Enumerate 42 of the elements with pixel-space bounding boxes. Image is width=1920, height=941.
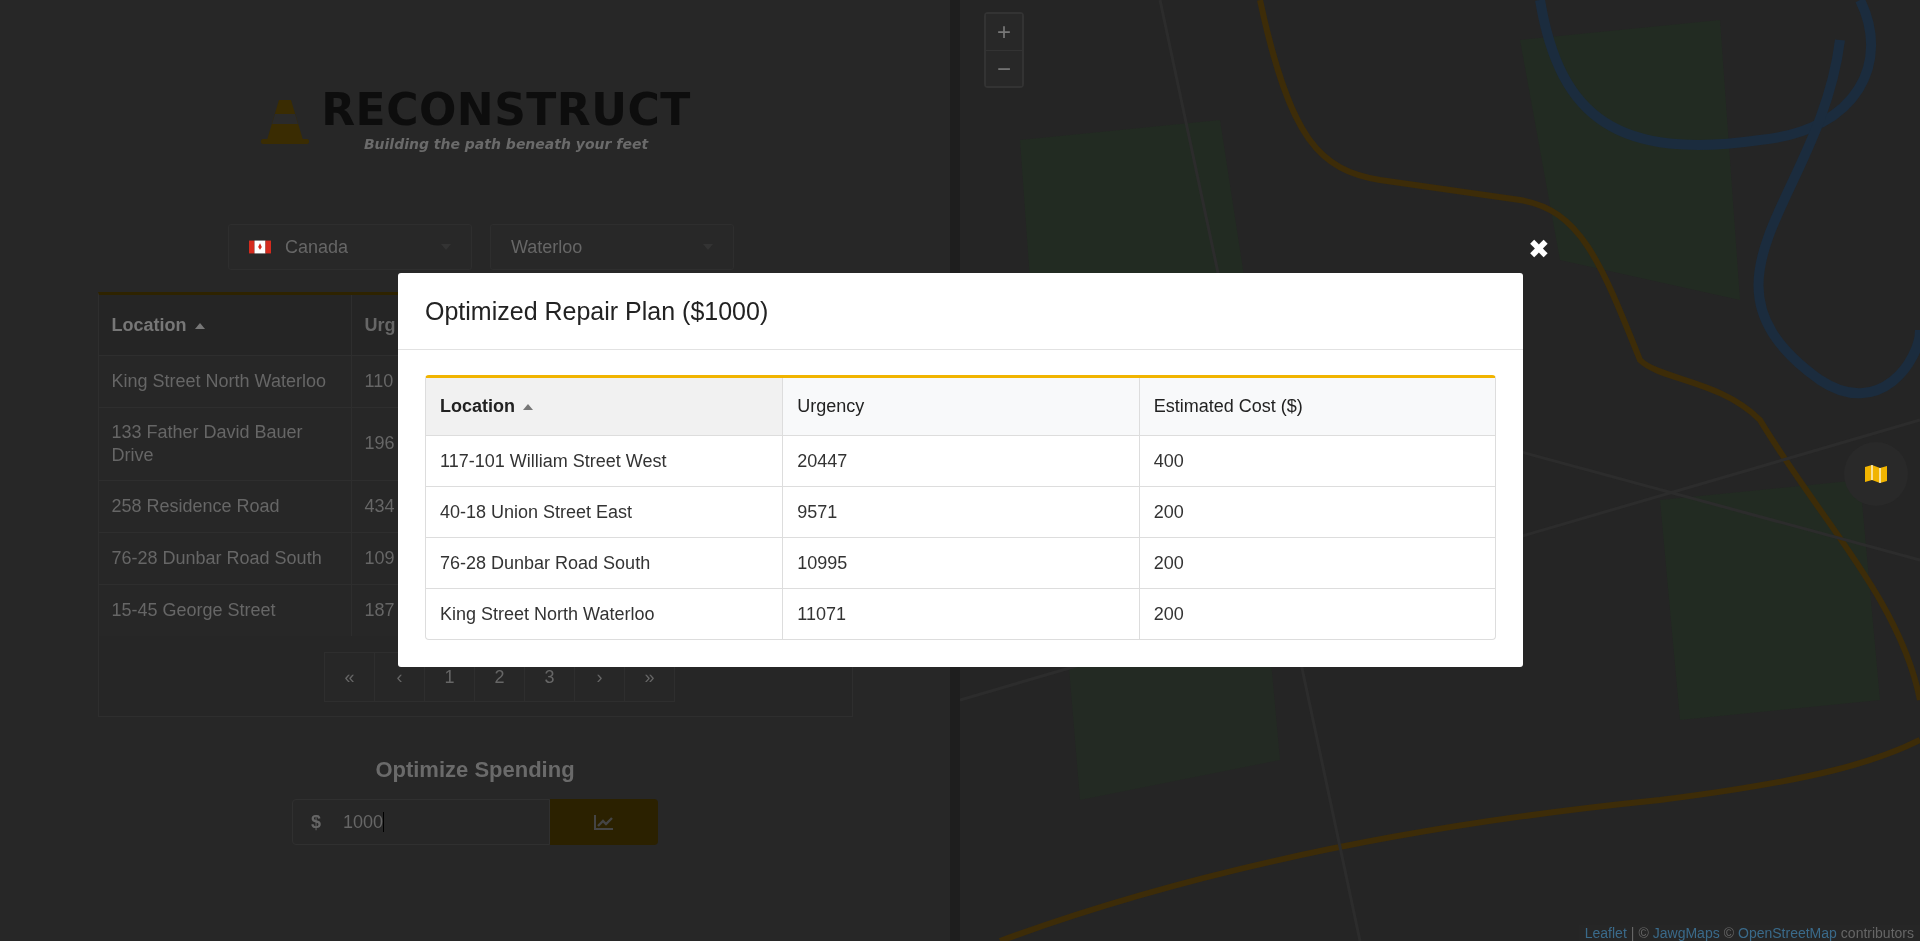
attribution-text: | [1630, 925, 1635, 941]
attribution-link[interactable]: JawgMaps [1652, 925, 1720, 941]
table-cell: 200 [1138, 486, 1495, 537]
table-cell: 40-18 Union Street East [426, 486, 783, 537]
table-cell: 133 Father David Bauer Drive [98, 407, 351, 481]
table-cell: 76-28 Dunbar Road South [98, 532, 351, 585]
table-cell: 400 [1138, 436, 1495, 486]
sort-caret-icon [523, 404, 533, 411]
table-cell: King Street North Waterloo [426, 588, 783, 639]
city-select[interactable]: Waterloo [490, 224, 734, 270]
flag-icon [249, 240, 271, 254]
line-chart-icon [594, 814, 614, 830]
column-header[interactable]: Location [426, 378, 783, 436]
table-cell: 200 [1138, 537, 1495, 588]
close-button[interactable]: ✖ [1528, 236, 1550, 262]
table-cell: 200 [1138, 588, 1495, 639]
attribution-text: © [1638, 925, 1649, 941]
column-header[interactable]: Estimated Cost ($) [1138, 378, 1495, 436]
table-cell: 15-45 George Street [98, 584, 351, 636]
table-cell: King Street North Waterloo [98, 355, 351, 408]
table-cell: 76-28 Dunbar Road South [426, 537, 783, 588]
map-icon [1864, 464, 1888, 484]
attribution-text: contributors [1840, 925, 1914, 941]
logo-tagline: Building the path beneath your feet [362, 136, 650, 152]
column-header[interactable]: Location [98, 295, 351, 356]
attribution-link[interactable]: Leaflet [1584, 925, 1627, 941]
sort-caret-icon [194, 322, 205, 329]
section-title: Optimize Spending [375, 757, 575, 783]
table-cell: 11071 [782, 588, 1139, 639]
zoom-out-button[interactable]: − [986, 50, 1022, 86]
country-select[interactable]: Canada [228, 224, 472, 270]
page-button[interactable]: « [324, 652, 375, 702]
table-cell: 258 Residence Road [98, 480, 351, 533]
modal-title: Optimized Repair Plan ($1000) [425, 296, 769, 326]
amount-field[interactable]: $ 1000 [292, 799, 550, 845]
attribution-text: © [1723, 925, 1734, 941]
table-cell: 10995 [782, 537, 1139, 588]
table-cell: 20447 [782, 436, 1139, 486]
column-header[interactable]: Urgency [782, 378, 1139, 436]
table-cell: 9571 [782, 486, 1139, 537]
attribution-link[interactable]: OpenStreetMap [1738, 925, 1837, 941]
table-cell-text: 117-101 William Street West [439, 449, 668, 473]
